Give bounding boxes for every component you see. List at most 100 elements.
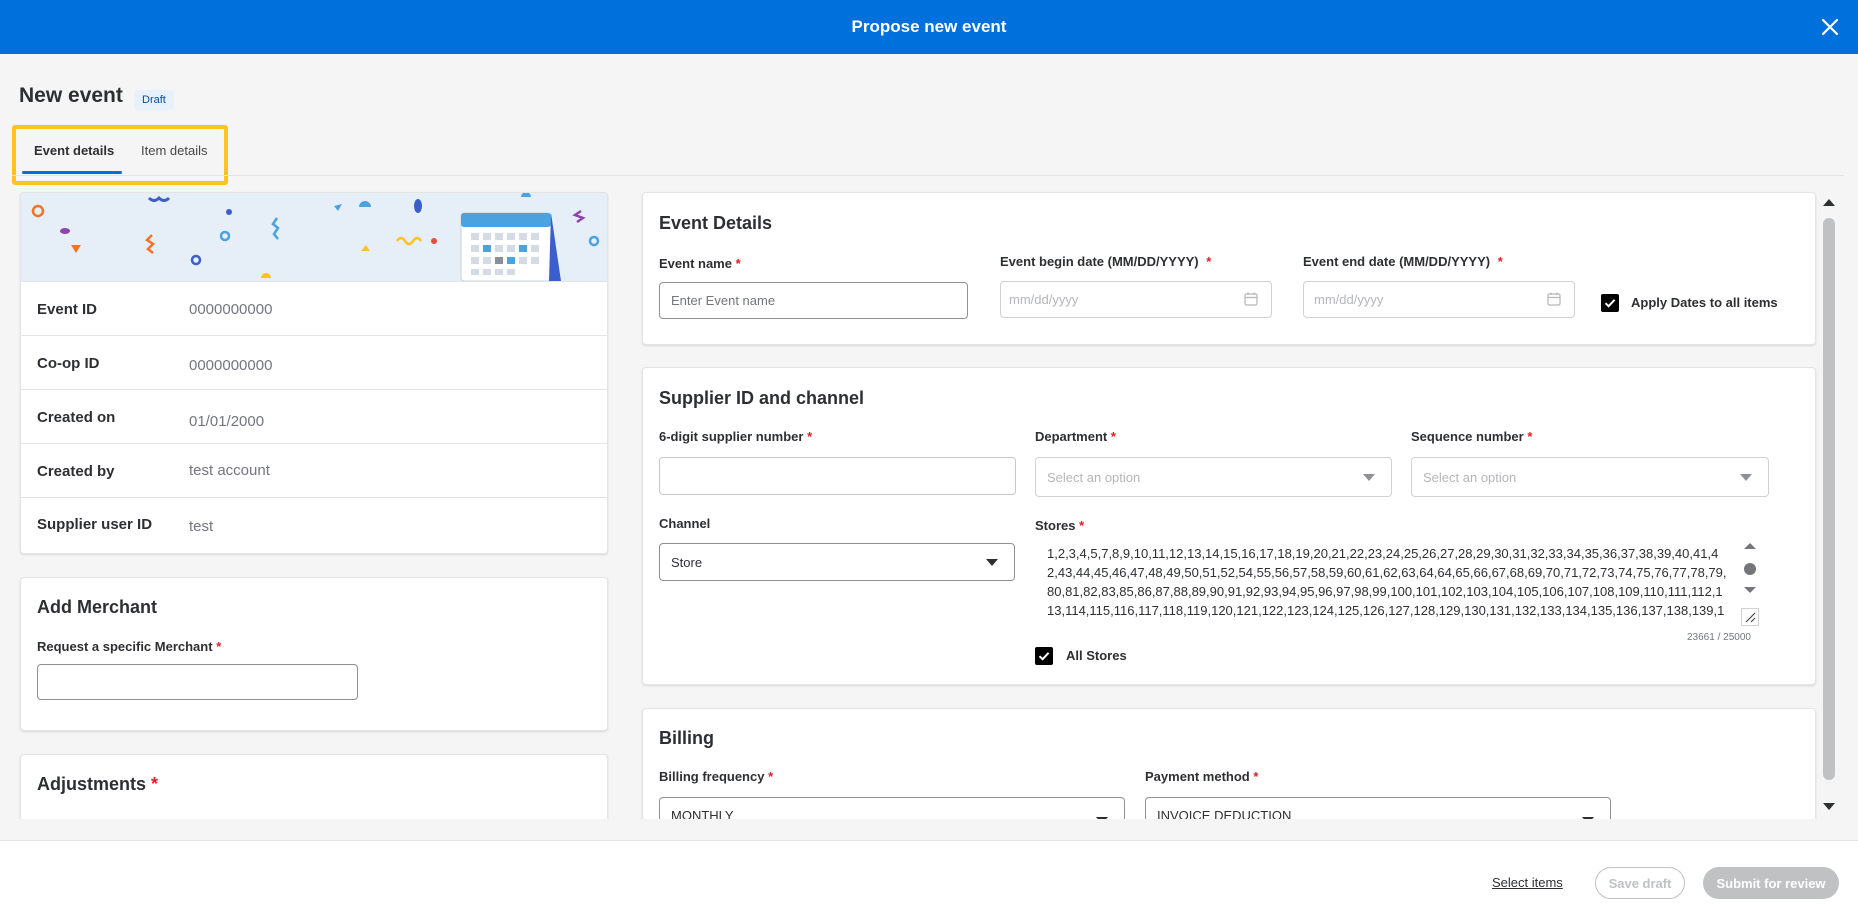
billing-title: Billing bbox=[659, 728, 714, 748]
summary-value: 01/01/2000 bbox=[189, 413, 265, 430]
tabs-divider bbox=[12, 175, 1844, 176]
stores-character-counter: 23661 / 25000 bbox=[1687, 632, 1751, 643]
event-name-placeholder: Enter Event name bbox=[671, 293, 776, 308]
footer-bar: Select items Save draft Submit for revie… bbox=[0, 840, 1858, 906]
status-badge: Draft bbox=[134, 90, 174, 110]
event-details-card: Event Details Event name * Enter Event n… bbox=[642, 192, 1816, 345]
required-asterisk: * bbox=[1110, 429, 1116, 444]
calendar-icon[interactable] bbox=[1243, 291, 1259, 307]
submit-for-review-button[interactable]: Submit for review bbox=[1703, 867, 1839, 899]
merchant-field-label: Request a specific Merchant * bbox=[37, 639, 221, 654]
summary-row-coop-id: Co-op ID 0000000000 bbox=[21, 335, 607, 389]
required-asterisk: * bbox=[1206, 254, 1212, 269]
end-date-label: Event end date (MM/DD/YYYY) * bbox=[1303, 254, 1503, 269]
stores-scrollbar[interactable] bbox=[1740, 541, 1760, 597]
close-icon[interactable] bbox=[1816, 13, 1844, 41]
summary-key: Supplier user ID bbox=[37, 516, 153, 533]
required-asterisk: * bbox=[1497, 254, 1503, 269]
main-scrollbar-thumb[interactable] bbox=[1823, 218, 1835, 780]
required-asterisk: * bbox=[1527, 429, 1533, 444]
chevron-down-icon bbox=[986, 559, 998, 566]
summary-value: test bbox=[189, 518, 214, 535]
modal-title: Propose new event bbox=[851, 17, 1007, 36]
begin-date-placeholder: mm/dd/yyyy bbox=[1009, 292, 1079, 307]
sequence-placeholder: Select an option bbox=[1423, 469, 1517, 485]
summary-key: Co-op ID bbox=[37, 355, 100, 372]
sequence-number-label-text: Sequence number bbox=[1411, 429, 1524, 444]
stores-label: Stores * bbox=[1035, 518, 1084, 533]
summary-value: test account bbox=[189, 462, 270, 479]
department-label-text: Department bbox=[1035, 429, 1108, 444]
apply-dates-label: Apply Dates to all items bbox=[1631, 295, 1778, 310]
tab-item-details[interactable]: Item details bbox=[141, 143, 207, 158]
channel-value: Store bbox=[671, 554, 703, 570]
adjustments-title: Adjustments * bbox=[37, 774, 158, 795]
chevron-down-icon bbox=[1740, 474, 1752, 481]
confetti-banner bbox=[21, 193, 607, 282]
summary-key: Created on bbox=[37, 409, 116, 426]
department-label: Department * bbox=[1035, 429, 1116, 444]
event-name-input[interactable]: Enter Event name bbox=[659, 282, 968, 319]
payment-method-label: Payment method * bbox=[1145, 769, 1258, 784]
end-date-label-text: Event end date (MM/DD/YYYY) bbox=[1303, 254, 1491, 269]
summary-value: 0000000000 bbox=[189, 357, 273, 374]
summary-row-event-id: Event ID 0000000000 bbox=[21, 281, 607, 335]
begin-date-label-text: Event begin date (MM/DD/YYYY) bbox=[1000, 254, 1199, 269]
required-asterisk: * bbox=[216, 639, 222, 654]
modal-header: Propose new event bbox=[0, 0, 1858, 54]
supplier-number-label: 6-digit supplier number * bbox=[659, 429, 812, 444]
add-merchant-title: Add Merchant bbox=[37, 597, 158, 617]
required-asterisk: * bbox=[768, 769, 774, 784]
required-asterisk: * bbox=[735, 256, 741, 271]
begin-date-input[interactable]: mm/dd/yyyy bbox=[1000, 281, 1272, 318]
payment-method-label-text: Payment method bbox=[1145, 769, 1250, 784]
select-items-link[interactable]: Select items bbox=[1492, 875, 1563, 890]
event-name-label: Event name * bbox=[659, 256, 741, 271]
stores-textarea[interactable]: 1,2,3,4,5,7,8,9,10,11,12,13,14,15,16,17,… bbox=[1035, 543, 1771, 620]
sequence-number-select[interactable]: Select an option bbox=[1411, 457, 1769, 497]
all-stores-label: All Stores bbox=[1066, 648, 1127, 663]
summary-key: Created by bbox=[37, 463, 115, 480]
resize-handle-icon[interactable] bbox=[1741, 608, 1759, 626]
event-details-title: Event Details bbox=[659, 213, 773, 233]
end-date-placeholder: mm/dd/yyyy bbox=[1314, 292, 1384, 307]
adjustments-title-text: Adjustments bbox=[37, 774, 147, 794]
department-select[interactable]: Select an option bbox=[1035, 457, 1392, 497]
chevron-down-icon bbox=[1363, 474, 1375, 481]
apply-dates-checkbox[interactable] bbox=[1601, 294, 1619, 312]
end-date-input[interactable]: mm/dd/yyyy bbox=[1303, 281, 1575, 318]
scroll-region-mask bbox=[0, 819, 1858, 840]
event-name-label-text: Event name bbox=[659, 256, 732, 271]
billing-frequency-label: Billing frequency * bbox=[659, 769, 773, 784]
supplier-number-label-text: 6-digit supplier number bbox=[659, 429, 804, 444]
merchant-label-text: Request a specific Merchant bbox=[37, 639, 213, 654]
summary-key: Event ID bbox=[37, 301, 98, 318]
calendar-icon[interactable] bbox=[1546, 291, 1562, 307]
event-summary-card: Event ID 0000000000 Co-op ID 0000000000 … bbox=[20, 192, 608, 554]
summary-row-created-on: Created on 01/01/2000 bbox=[21, 389, 607, 443]
required-asterisk: * bbox=[1079, 518, 1085, 533]
required-asterisk: * bbox=[151, 774, 159, 794]
supplier-channel-title: Supplier ID and channel bbox=[659, 388, 865, 408]
all-stores-checkbox[interactable] bbox=[1035, 647, 1053, 665]
summary-value: 0000000000 bbox=[189, 301, 273, 318]
merchant-input[interactable] bbox=[37, 664, 358, 700]
channel-select[interactable]: Store bbox=[659, 543, 1015, 581]
tab-event-details[interactable]: Event details bbox=[34, 143, 114, 158]
billing-frequency-label-text: Billing frequency bbox=[659, 769, 765, 784]
page-title: New event bbox=[19, 84, 123, 107]
save-draft-button[interactable]: Save draft bbox=[1595, 867, 1685, 899]
sequence-number-label: Sequence number * bbox=[1411, 429, 1532, 444]
supplier-number-input[interactable] bbox=[659, 457, 1016, 495]
main-scrollbar[interactable] bbox=[1820, 192, 1838, 818]
stores-label-text: Stores bbox=[1035, 518, 1076, 533]
add-merchant-card: Add Merchant Request a specific Merchant… bbox=[20, 577, 608, 731]
summary-row-created-by: Created by test account bbox=[21, 443, 607, 497]
required-asterisk: * bbox=[1253, 769, 1259, 784]
required-asterisk: * bbox=[807, 429, 813, 444]
department-placeholder: Select an option bbox=[1047, 469, 1141, 485]
summary-row-supplier-user-id: Supplier user ID test bbox=[21, 497, 607, 551]
supplier-channel-card: Supplier ID and channel 6-digit supplier… bbox=[642, 367, 1816, 685]
active-tab-indicator bbox=[22, 171, 122, 174]
begin-date-label: Event begin date (MM/DD/YYYY) * bbox=[1000, 254, 1211, 269]
